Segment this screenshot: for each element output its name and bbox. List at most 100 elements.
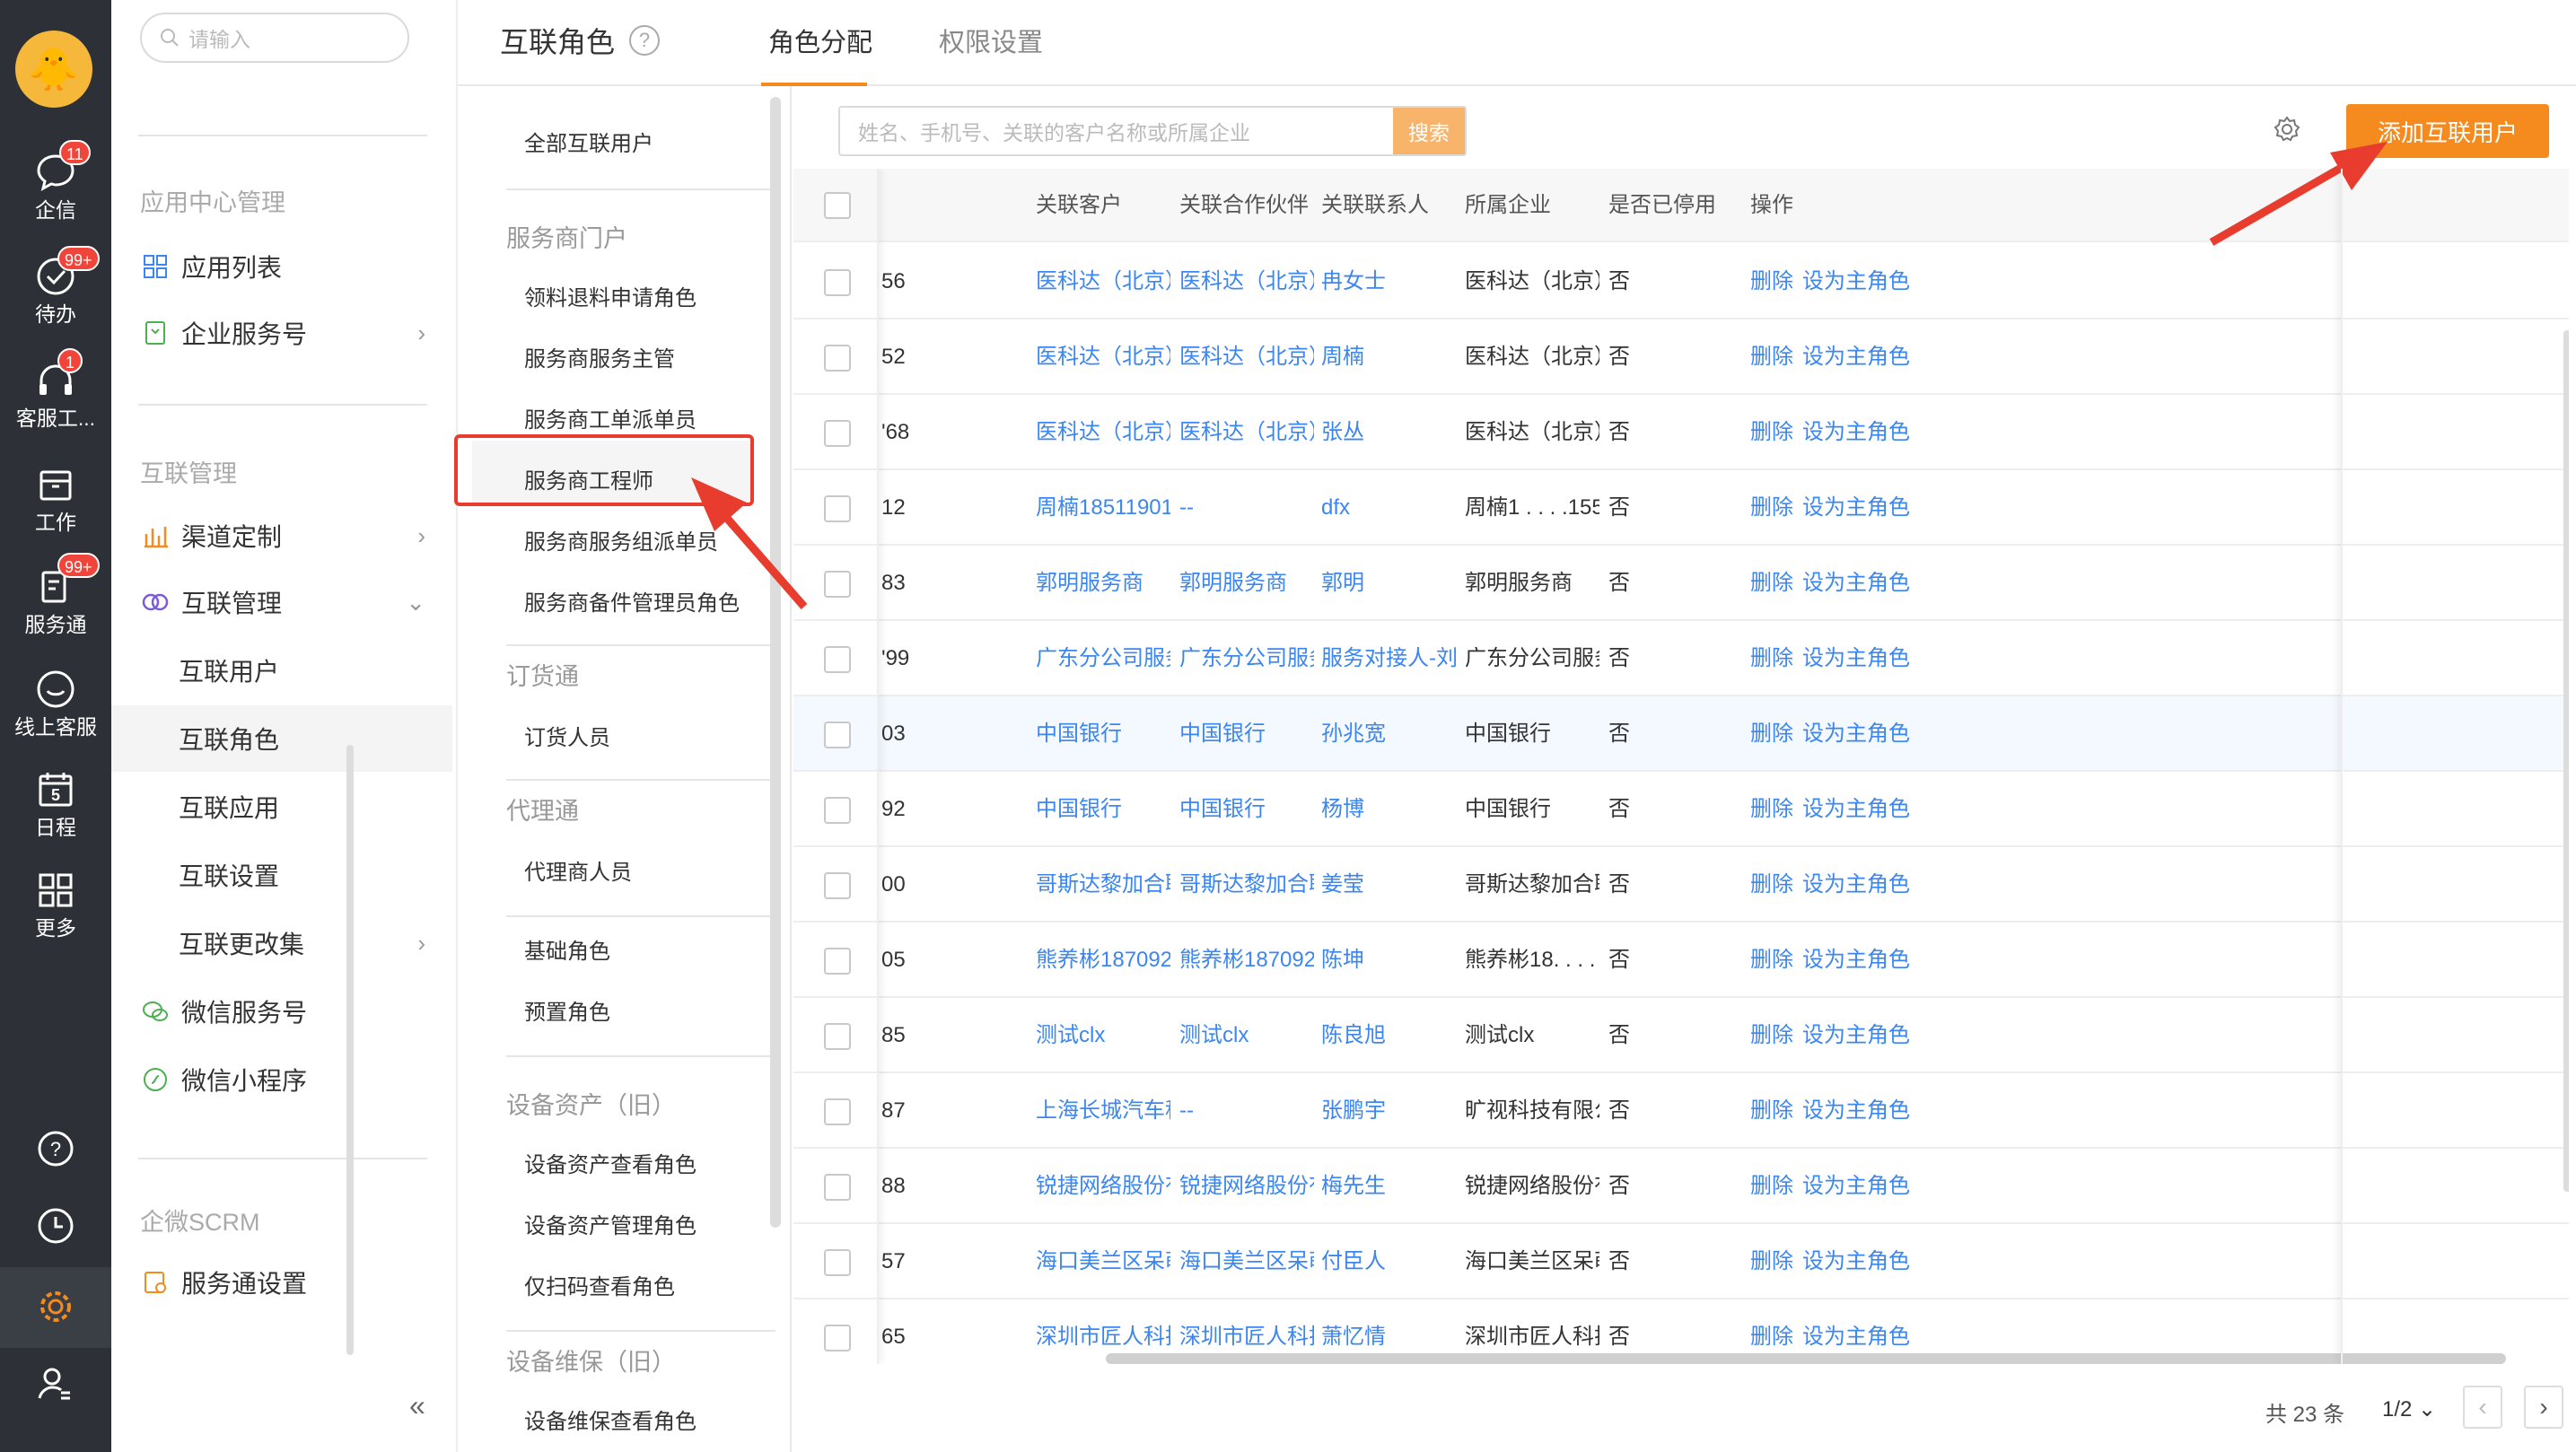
cell-partner[interactable]: 锐捷网络股份有限公司 [1179,1149,1314,1224]
set-main-role-link[interactable]: 设为主角色 [1802,1023,1910,1047]
table-row[interactable]: 12 周楠18511901552--dfx 周楠1 . . . .1552 否 删除设为… [793,470,2569,546]
cell-partner[interactable]: 郭明服务商 [1179,546,1314,621]
menu-item-wechat-service[interactable]: 微信服务号 [111,978,452,1045]
cell-customer[interactable]: 医科达（北京）医疗... [1036,395,1170,470]
menu-item-interconnect-apps[interactable]: 互联应用 [111,774,452,840]
set-main-role-link[interactable]: 设为主角色 [1802,722,1910,746]
cell-contact[interactable]: 付臣人 [1321,1224,1456,1299]
cell-customer[interactable]: 医科达（北京）医疗... [1036,244,1170,319]
cell-partner[interactable]: 哥斯达黎加合联电子... [1179,847,1314,923]
search-button[interactable]: 搜索 [1393,108,1465,154]
cell-contact[interactable]: 杨博 [1321,772,1456,847]
cell-contact[interactable]: 陈良旭 [1321,998,1456,1073]
delete-link[interactable]: 删除 [1750,1098,1793,1123]
col-header-partner[interactable]: 关联合作伙伴 [1179,169,1309,242]
delete-link[interactable]: 删除 [1750,646,1793,670]
menu-item-channel[interactable]: 渠道定制 › [111,503,452,569]
cell-customer[interactable]: 郭明服务商 [1036,546,1170,621]
menu-item-interconnect[interactable]: 互联管理 ⌄ [111,569,452,635]
cell-customer[interactable]: 医科达（北京）医疗... [1036,319,1170,395]
cell-customer[interactable]: 哥斯达黎加合联电子... [1036,847,1170,923]
menu-scrollbar[interactable] [346,745,354,1355]
cell-partner[interactable]: 广东分公司服务商 [1179,621,1314,696]
cell-contact[interactable]: 梅先生 [1321,1149,1456,1224]
role-item[interactable]: 仅扫码查看角色 [524,1269,675,1300]
delete-link[interactable]: 删除 [1750,797,1793,821]
table-row[interactable]: 87 上海长城汽车科技有...--张鹏宇旷视科技有限公司否 删除设为主角色 [793,1073,2569,1149]
delete-link[interactable]: 删除 [1750,872,1793,897]
role-item[interactable]: 预置角色 [524,994,610,1026]
set-main-role-link[interactable]: 设为主角色 [1802,495,1910,520]
delete-link[interactable]: 删除 [1750,571,1793,595]
delete-link[interactable]: 删除 [1750,722,1793,746]
role-item[interactable]: 设备资产管理角色 [524,1208,697,1239]
cell-contact[interactable]: 冉女士 [1321,244,1456,319]
delete-link[interactable]: 删除 [1750,420,1793,444]
add-interconnect-user-button[interactable]: 添加互联用户 [2346,104,2549,158]
cell-contact[interactable]: 姜莹 [1321,847,1456,923]
cell-partner[interactable]: 医科达（北京）医疗... [1179,319,1314,395]
col-header-customer[interactable]: 关联客户 [1036,169,1122,242]
table-row[interactable]: 56医科达（北京）医疗...医科达（北京）医疗...冉女士医科达（北京）医疗..… [793,244,2569,319]
cell-customer[interactable]: 测试clx [1036,998,1170,1073]
user-search-box[interactable]: 姓名、手机号、关联的客户名称或所属企业 搜索 [838,106,1467,156]
collapse-menu-button[interactable]: « [409,1389,425,1422]
menu-item-interconnect-settings[interactable]: 互联设置 [111,842,452,908]
table-row[interactable]: 83 郭明服务商 郭明服务商 郭明 郭明服务商否删除 设为主角色 [793,546,2569,621]
menu-item-app-list[interactable]: 应用列表 [111,233,452,300]
menu-item-interconnect-roles[interactable]: 互联角色 [111,705,452,772]
cell-contact[interactable]: 陈坤 [1321,923,1456,998]
table-row[interactable]: 92 中国银行 中国银行 杨博 中国银行否删除 设为主角色 [793,772,2569,847]
logo-avatar[interactable]: 🐥 [15,31,92,108]
rail-settings[interactable] [0,1281,111,1332]
delete-link[interactable]: 删除 [1750,345,1793,369]
cell-partner[interactable]: 海口美兰区呆萌创始... [1179,1224,1314,1299]
prev-page-button[interactable]: ‹ [2463,1386,2502,1429]
cell-contact[interactable]: 张丛 [1321,395,1456,470]
menu-item-interconnect-users[interactable]: 互联用户 [111,637,452,704]
rail-item-todo[interactable]: 待办 99+ [0,246,111,327]
set-main-role-link[interactable]: 设为主角色 [1802,646,1910,670]
role-item[interactable]: 服务商工单派单员 [524,402,697,433]
cell-partner[interactable]: -- [1179,470,1314,546]
set-main-role-link[interactable]: 设为主角色 [1802,269,1910,293]
menu-item-enterprise-service[interactable]: 企业服务号 › [111,300,452,366]
next-page-button[interactable]: › [2524,1386,2563,1429]
cell-customer[interactable]: 中国银行 [1036,772,1170,847]
set-main-role-link[interactable]: 设为主角色 [1802,872,1910,897]
delete-link[interactable]: 删除 [1750,1023,1793,1047]
cell-contact[interactable]: 张鹏宇 [1321,1073,1456,1149]
menu-item-wechat-mini[interactable]: 微信小程序 [111,1046,452,1113]
table-row[interactable]: 88锐捷网络股份有限公司锐捷网络股份有限公司梅先生锐捷网络股份有限公司否删除设为… [793,1149,2569,1224]
set-main-role-link[interactable]: 设为主角色 [1802,1325,1910,1349]
role-item[interactable]: 领料退料申请角色 [524,280,697,311]
set-main-role-link[interactable]: 设为主角色 [1802,1249,1910,1273]
delete-link[interactable]: 删除 [1750,948,1793,972]
col-header-disabled[interactable]: 是否已停用 [1608,169,1716,242]
cell-contact[interactable]: 郭明 [1321,546,1456,621]
table-row[interactable]: 85 测试clx 测试clx 陈良旭 测试clx 否删除 设为主角色 [793,998,2569,1073]
menu-search-input[interactable]: 请输入 [140,13,409,63]
cell-customer[interactable]: 上海长城汽车科技有... [1036,1073,1170,1149]
cell-customer[interactable]: 海口美兰区呆萌创始... [1036,1224,1170,1299]
rail-item-fuwutong[interactable]: 服务通 99+ [0,553,111,637]
cell-partner[interactable]: 测试clx [1179,998,1314,1073]
cell-partner[interactable]: 中国银行 [1179,696,1314,772]
set-main-role-link[interactable]: 设为主角色 [1802,1174,1910,1198]
rail-history[interactable] [0,1201,111,1251]
set-main-role-link[interactable]: 设为主角色 [1802,420,1910,444]
set-main-role-link[interactable]: 设为主角色 [1802,797,1910,821]
menu-item-interconnect-changes[interactable]: 互联更改集 › [111,910,452,976]
delete-link[interactable]: 删除 [1750,495,1793,520]
rail-item-work[interactable]: 工作 [0,459,111,535]
set-main-role-link[interactable]: 设为主角色 [1802,571,1910,595]
rail-item-more[interactable]: 更多 [0,865,111,940]
cell-partner[interactable]: 中国银行 [1179,772,1314,847]
role-item-all[interactable]: 全部互联用户 [524,126,653,157]
cell-partner[interactable]: 熊养彬18709238965 [1179,923,1314,998]
menu-item-fst-settings[interactable]: 服务通设置 [111,1249,452,1316]
col-header-company[interactable]: 所属企业 [1465,169,1551,242]
table-row[interactable]: '99广东分公司服务商广东分公司服务商服务对接人-刘广东分公司服务商否删除设为主… [793,621,2569,696]
delete-link[interactable]: 删除 [1750,1174,1793,1198]
rail-help[interactable]: ? [0,1124,111,1174]
